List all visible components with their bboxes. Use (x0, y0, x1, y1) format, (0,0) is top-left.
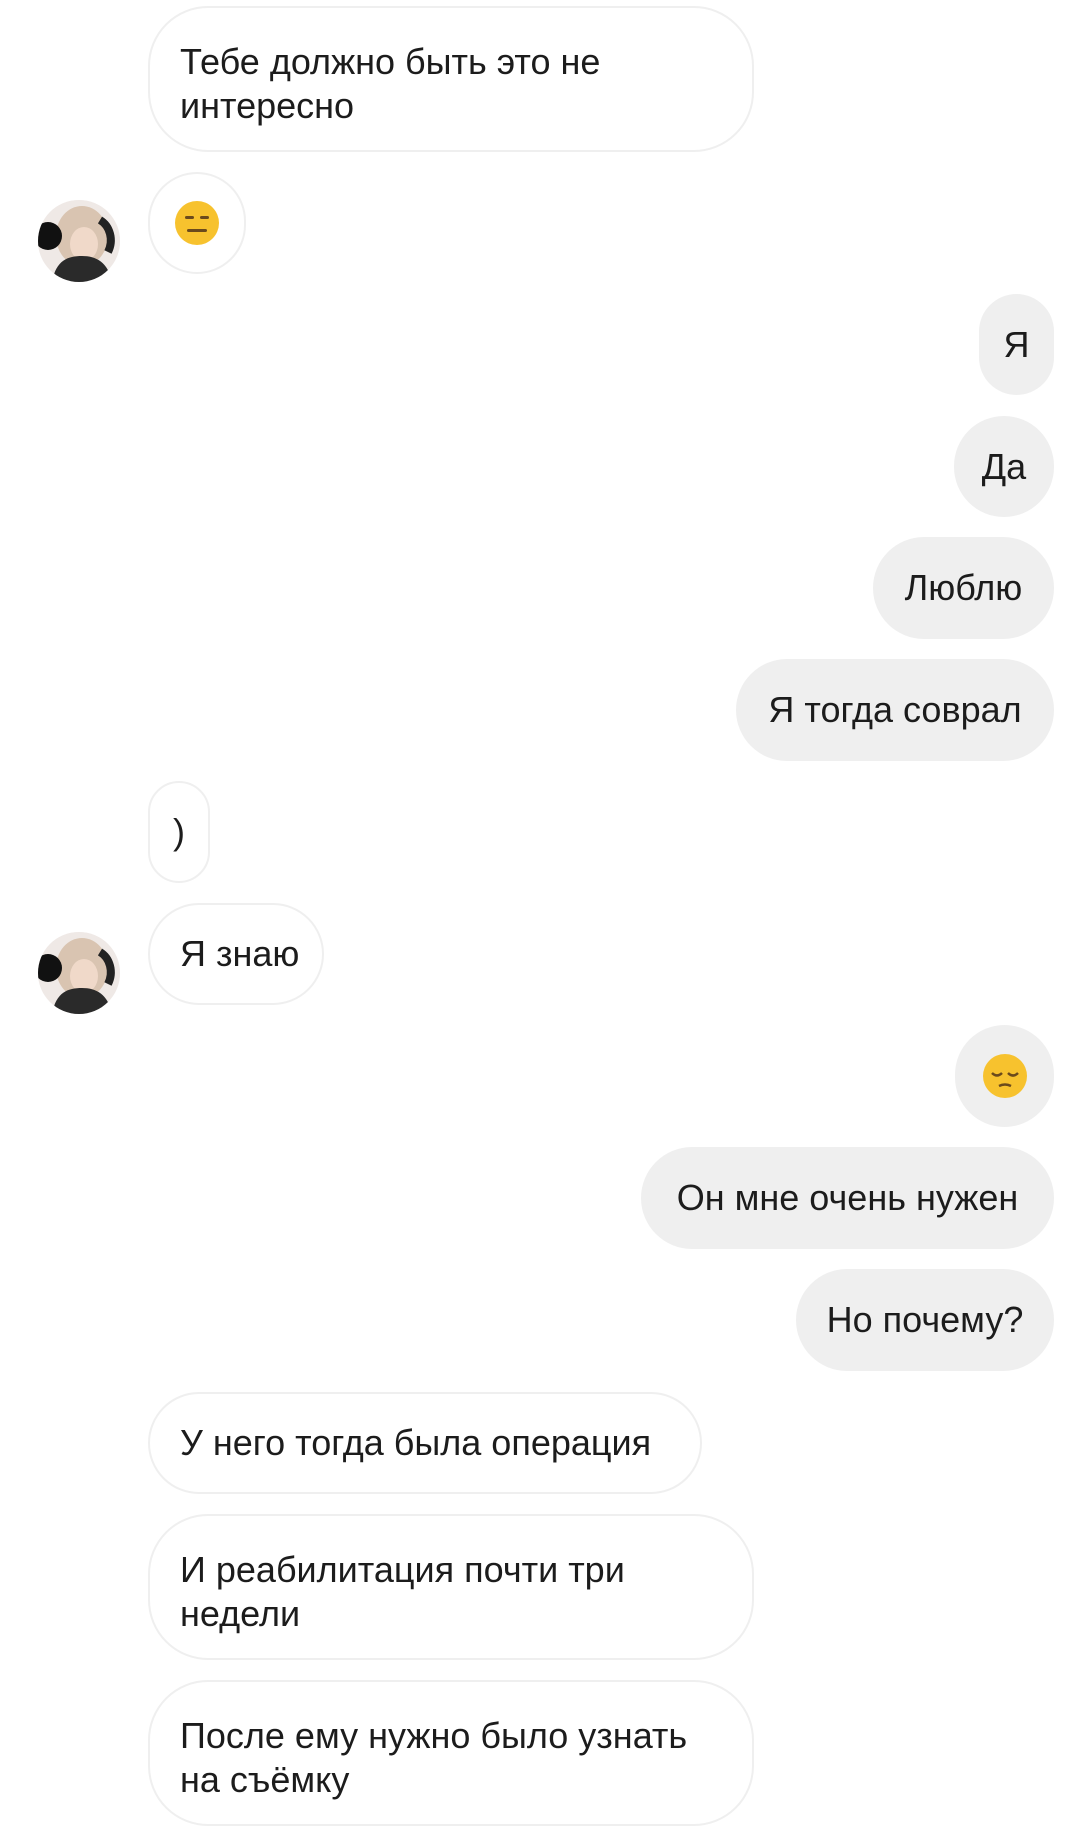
incoming-message-bubble[interactable]: Тебе должно быть это не интересно (148, 6, 754, 152)
outgoing-message-bubble[interactable]: Но почему? (796, 1269, 1054, 1371)
expressionless-face-emoji (175, 201, 219, 245)
message-text: Но почему? (826, 1299, 1024, 1340)
outgoing-message-bubble[interactable]: Люблю (873, 537, 1054, 639)
message-text: Он мне очень нужен (676, 1177, 1019, 1218)
incoming-message-bubble[interactable] (148, 172, 246, 274)
outgoing-message-bubble[interactable]: Да (954, 416, 1054, 517)
incoming-message-bubble[interactable]: У него тогда была операция (148, 1392, 702, 1494)
message-text: Люблю (904, 567, 1023, 608)
message-text: Я знаю (180, 933, 300, 974)
incoming-message-bubble[interactable]: Я знаю (148, 903, 324, 1005)
message-text: Я тогда соврал (768, 689, 1022, 730)
incoming-message-bubble[interactable]: После ему нужно было узнать на съёмку (148, 1680, 754, 1826)
contact-avatar-icon[interactable] (38, 932, 120, 1014)
incoming-message-bubble[interactable]: ) (148, 781, 210, 883)
message-text: ) (173, 811, 185, 852)
message-text: И реабилитация почти три недели (180, 1549, 625, 1634)
outgoing-message-bubble[interactable]: Он мне очень нужен (641, 1147, 1054, 1249)
chat-thread[interactable]: Тебе должно быть это не интересно Я Да Л… (0, 0, 1080, 1826)
message-text: Я (1003, 323, 1030, 365)
message-text: Тебе должно быть это не интересно (180, 41, 601, 126)
outgoing-message-bubble[interactable]: Я тогда соврал (736, 659, 1054, 761)
incoming-message-bubble[interactable]: И реабилитация почти три недели (148, 1514, 754, 1660)
message-text: У него тогда была операция (180, 1422, 652, 1463)
pensive-face-emoji (982, 1054, 1027, 1098)
message-text: После ему нужно было узнать на съёмку (180, 1715, 688, 1800)
message-text: Да (981, 445, 1027, 487)
contact-avatar-icon[interactable] (38, 200, 120, 282)
outgoing-message-bubble[interactable] (955, 1025, 1054, 1127)
outgoing-message-bubble[interactable]: Я (979, 294, 1054, 395)
